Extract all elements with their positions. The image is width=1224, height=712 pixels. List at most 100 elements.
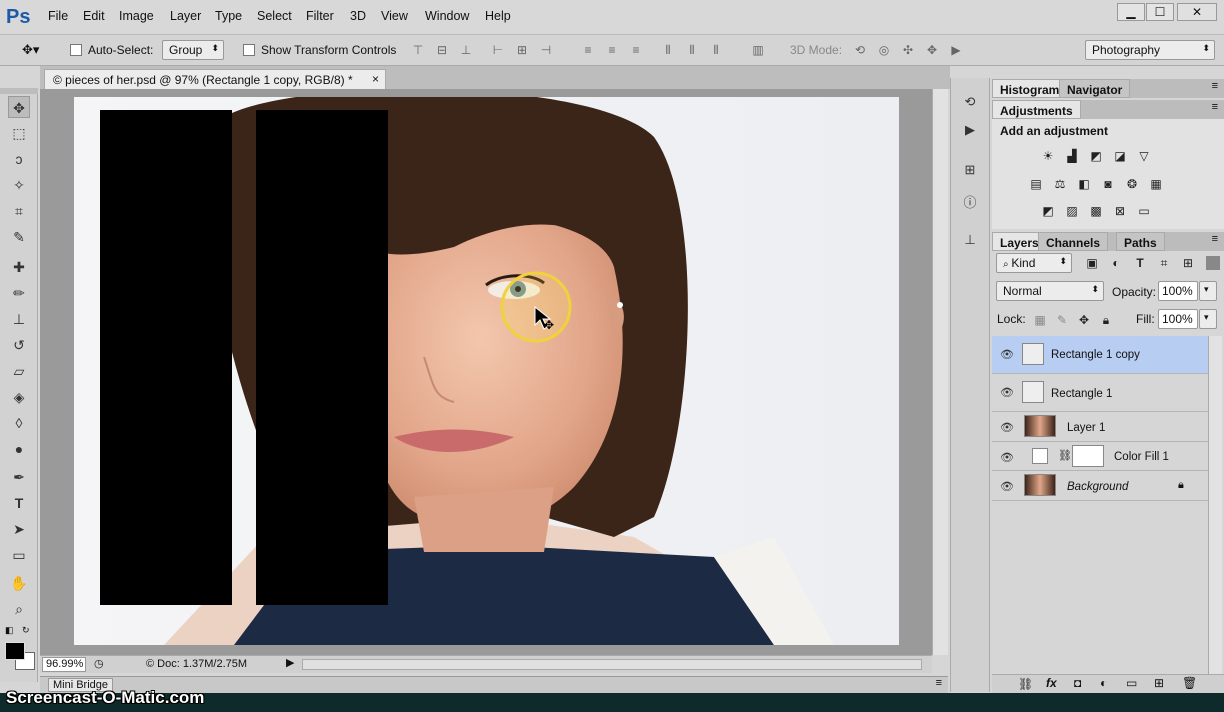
auto-align-icon[interactable]: ▥ [750,42,766,58]
maximize-button[interactable]: ☐ [1146,3,1174,21]
rectangle-tool-icon[interactable]: ▭ [8,544,30,566]
align-vcenter-icon[interactable]: ⊟ [434,42,450,58]
foreground-color-swatch[interactable] [5,642,25,660]
filter-pixel-icon[interactable]: ▣ [1084,255,1100,271]
close-button[interactable]: ✕ [1177,3,1217,21]
layer-row[interactable]: 👁︎ Rectangle 1 [992,374,1208,412]
menu-file[interactable]: File [48,9,68,23]
auto-select-dropdown[interactable]: Group ⬍ [162,40,224,60]
menu-layer[interactable]: Layer [170,9,201,23]
menu-window[interactable]: Window [425,9,469,23]
panel-menu-icon[interactable]: ≡ [1212,80,1218,92]
menu-3d[interactable]: 3D [350,9,366,23]
horizontal-scrollbar[interactable] [302,659,922,670]
rectangle-1[interactable] [100,110,232,605]
dodge-tool-icon[interactable]: ● [8,438,30,460]
history-panel-icon[interactable]: ⟲ [961,94,979,112]
path-select-tool-icon[interactable]: ➤ [8,518,30,540]
brush-tool-icon[interactable]: ✏ [8,282,30,304]
lock-all-icon[interactable]: 🔒︎ [1098,312,1114,328]
fill-field[interactable]: 100% [1158,309,1198,329]
black-white-icon[interactable]: ◧ [1076,176,1092,192]
fill-slider-arrow-icon[interactable]: ▾ [1199,309,1217,329]
history-brush-tool-icon[interactable]: ↺ [8,334,30,356]
add-mask-icon[interactable]: ◘ [1074,676,1081,690]
eyedropper-tool-icon[interactable]: ✎ [8,226,30,248]
posterize-icon[interactable]: ▨ [1064,203,1080,219]
layer-row[interactable]: 👁︎ ⛓ Color Fill 1 [992,442,1208,471]
auto-select-checkbox[interactable] [70,44,82,59]
lock-pixels-icon[interactable]: ✎ [1054,312,1070,328]
opacity-field[interactable]: 100% [1158,281,1198,301]
selective-color-icon[interactable]: ⊠ [1112,203,1128,219]
filter-type-icon[interactable]: T [1132,255,1148,271]
menu-select[interactable]: Select [257,9,292,23]
healing-tool-icon[interactable]: ✚ [8,256,30,278]
visibility-eye-icon[interactable]: 👁︎ [1000,421,1014,434]
layers-scrollbar[interactable] [1208,336,1222,674]
eraser-tool-icon[interactable]: ▱ [8,360,30,382]
levels-icon[interactable]: ▟ [1064,148,1080,164]
canvas-image[interactable]: ✥ [74,97,899,645]
zoom-tool-icon[interactable]: ⌕ [8,598,30,620]
panel-menu-icon[interactable]: ≡ [936,677,942,689]
visibility-eye-icon[interactable]: 👁︎ [1000,386,1014,399]
delete-layer-icon[interactable]: 🗑︎ [1182,676,1197,690]
channel-mixer-icon[interactable]: ❂ [1124,176,1140,192]
filter-adjustment-icon[interactable]: ◐ [1108,255,1124,271]
tab-navigator[interactable]: Navigator [1059,79,1131,98]
marquee-tool-icon[interactable]: ⬚ [8,122,30,144]
menu-help[interactable]: Help [485,9,511,23]
gradient-map-icon[interactable]: ▭ [1136,203,1152,219]
3d-roll-icon[interactable]: ◎ [876,42,892,58]
color-lookup-icon[interactable]: ▦ [1148,176,1164,192]
lasso-tool-icon[interactable]: ↄ [8,148,30,170]
vibrance-icon[interactable]: ▽ [1136,148,1152,164]
tab-adjustments[interactable]: Adjustments [992,100,1081,119]
swap-colors-icon[interactable]: ↻ [22,625,30,636]
3d-camera-icon[interactable]: ▶ [948,42,964,58]
move-tool-icon[interactable]: ✥ [8,96,30,118]
crop-tool-icon[interactable]: ⌗ [8,200,30,222]
panel-menu-icon[interactable]: ≡ [1212,233,1218,245]
filter-toggle[interactable] [1206,256,1220,270]
minimize-button[interactable]: ▁ [1117,3,1145,21]
align-right-icon[interactable]: ⊣ [538,42,554,58]
blur-tool-icon[interactable]: ◊ [8,412,30,434]
distribute-right-icon[interactable]: ⦀ [708,42,724,58]
tool-presets-icon[interactable]: ⊥ [961,232,979,250]
rectangle-1-copy[interactable] [256,110,388,605]
hue-saturation-icon[interactable]: ▤ [1028,176,1044,192]
link-layers-icon[interactable]: ⛓ [1018,677,1033,691]
stamp-tool-icon[interactable]: ⊥ [8,308,30,330]
status-menu-arrow-icon[interactable]: ▶ [286,656,294,669]
default-colors-icon[interactable]: ◧ [5,625,14,636]
type-tool-icon[interactable]: T [8,492,30,514]
threshold-icon[interactable]: ▩ [1088,203,1104,219]
menu-image[interactable]: Image [119,9,154,23]
layer-row[interactable]: 👁︎ Rectangle 1 copy [992,336,1208,374]
invert-icon[interactable]: ◩ [1040,203,1056,219]
menu-type[interactable]: Type [215,9,242,23]
distribute-vcenter-icon[interactable]: ≡ [604,42,620,58]
brightness-contrast-icon[interactable]: ☀ [1040,148,1056,164]
layer-style-icon[interactable]: fx [1046,676,1057,690]
layer-row[interactable]: 👁︎ Layer 1 [992,412,1208,442]
menu-edit[interactable]: Edit [83,9,105,23]
visibility-eye-icon[interactable]: 👁︎ [1000,451,1014,464]
document-tab[interactable]: © pieces of her.psd @ 97% (Rectangle 1 c… [44,69,386,89]
new-group-icon[interactable]: ▭ [1126,676,1137,690]
info-panel-icon[interactable]: ⓘ [961,192,979,210]
exposure-icon[interactable]: ◪ [1112,148,1128,164]
align-hcenter-icon[interactable]: ⊞ [514,42,530,58]
tab-histogram[interactable]: Histogram [992,79,1068,98]
vertical-scrollbar[interactable] [932,89,948,655]
move-tool-icon[interactable]: ✥▾ [22,42,39,58]
lock-transparent-icon[interactable]: ▦ [1032,312,1048,328]
distribute-top-icon[interactable]: ≡ [580,42,596,58]
lock-position-icon[interactable]: ✥ [1076,312,1092,328]
quick-select-tool-icon[interactable]: ✧ [8,174,30,196]
paint-bucket-tool-icon[interactable]: ◈ [8,386,30,408]
actions-panel-icon[interactable]: ▶ [961,122,979,140]
layer-kind-filter[interactable]: ⌕ Kind ⬍ [996,253,1072,273]
